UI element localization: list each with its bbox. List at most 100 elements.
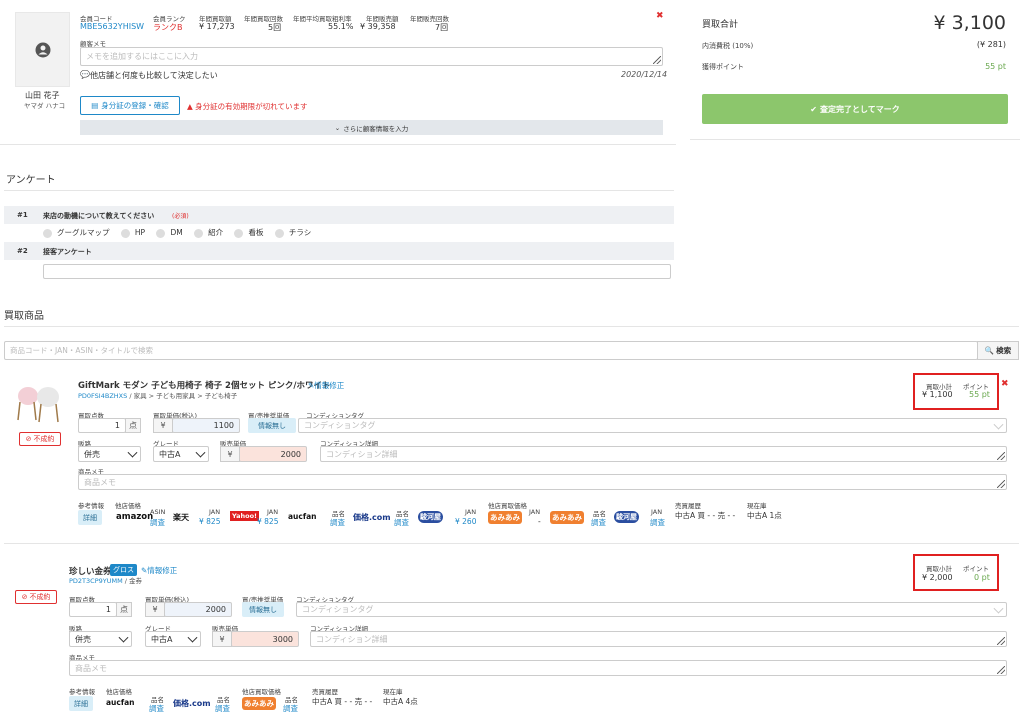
channel-select[interactable]: 併売 [69,631,132,647]
customer-kana: ヤマダ ハナコ [24,102,66,110]
sell-price-input[interactable]: 2000 [239,446,307,462]
ref-value-link[interactable]: 調査 [394,517,409,528]
resize-handle[interactable] [997,637,1005,645]
unit-price-input[interactable]: 2000 [164,602,232,617]
survey-options: グーグルマップ HP DM 紹介 看板 チラシ [43,227,311,238]
search-button[interactable]: 🔍 検索 [977,341,1019,360]
qty-input[interactable]: 1 [78,418,126,433]
complete-button[interactable]: ✔ 査定完了としてマーク [702,94,1008,124]
ref-value-link[interactable]: 調査 [330,517,345,528]
subtotal-value: ¥ 2,000 [922,573,953,582]
ref-sub: JAN [465,508,477,516]
edit-info-link[interactable]: ✎情報修正 [141,565,177,576]
product-code[interactable]: PD0FSI4BZHXS [78,392,127,400]
radio-option[interactable]: 看板 [234,228,263,238]
cond-detail-input[interactable]: コンディション詳細 [310,631,1007,647]
ref-sub: JAN [529,508,541,516]
ref-value-link[interactable]: 調査 [149,703,164,714]
other-store-label: 他店価格 [106,688,132,696]
edit-info-label: 情報修正 [147,566,178,575]
product-card-1: ⊘ 不成約 GiftMark モダン 子ども用椅子 椅子 2個セット ピンク/ホワ… [0,368,1024,538]
member-code[interactable]: MBE5632YHISW [80,22,144,31]
warning-icon: ▲ [187,102,193,111]
customer-card: 山田 花子 ヤマダ ハナコ 会員コード MBE5632YHISW 会員ランク ラ… [0,0,676,145]
yen-addon: ¥ [220,446,240,462]
cond-tag-select[interactable]: コンディションタグ [298,418,1007,433]
chevron-down-icon: ⌄ [334,123,341,132]
radio-option[interactable]: DM [156,228,183,238]
more-info-button[interactable]: ⌄ さらに顧客情報を入力 [80,120,663,135]
ref-sub: JAN [267,508,279,516]
resize-handle[interactable] [653,56,661,64]
cond-detail-input[interactable]: コンディション詳細 [320,446,1007,462]
cond-tag-select[interactable]: コンディションタグ [296,602,1007,617]
ref-info-label: 参考情報 [78,502,104,510]
ref-value-link[interactable]: ¥ 825 [199,517,220,526]
resize-handle[interactable] [997,666,1005,674]
resize-handle[interactable] [997,452,1005,460]
radio-icon [274,228,284,238]
more-info-label: さらに顧客情報を入力 [343,124,409,133]
product-card-2: ⊘ 不成約 珍しい金券 グロス ✎情報修正 PD2T3CP9YUMM / 金券 買… [0,550,1024,724]
aucfan-logo: aucfan [288,512,317,521]
radio-option[interactable]: 紹介 [194,228,223,238]
sell-price-input[interactable]: 3000 [231,631,299,647]
summary-panel: 買取合計 ¥ 3,100 内消費税 (10%) (¥ 281) 獲得ポイント 5… [690,0,1020,140]
product-image [17,387,59,423]
amiami-logo: あみあみ [242,697,276,710]
our-store-buy-label: 他店買取価格 [242,688,281,696]
radio-option[interactable]: グーグルマップ [43,228,110,238]
product-memo-input[interactable]: 商品メモ [69,660,1007,676]
grade-select[interactable]: 中古A [145,631,201,647]
id-register-button[interactable]: ▤ 身分証の登録・確認 [80,96,180,115]
search-icon: 🔍 [984,346,995,355]
q2-text: 接客アンケート [43,248,92,256]
aucfan-logo: aucfan [106,698,135,707]
stat-value: ¥ 39,358 [360,22,396,31]
ref-value-link[interactable]: 調査 [283,703,298,714]
unit-price-input[interactable]: 1100 [172,418,240,433]
ref-value-link[interactable]: ¥ 825 [257,517,278,526]
amiami-logo: あみあみ [550,511,584,524]
check-icon: ✔ [810,104,817,114]
q1-number: #1 [17,211,28,219]
radio-option[interactable]: チラシ [274,228,311,238]
amazon-logo: amazon [116,512,154,522]
survey-q2-input[interactable] [43,264,671,279]
yen-addon: ¥ [153,418,173,433]
product-memo-input[interactable]: 商品メモ [78,474,1007,490]
qty-unit: 点 [125,418,141,433]
stock-label: 現在庫 [383,688,403,696]
radio-option[interactable]: HP [120,228,145,238]
close-icon[interactable]: ✖ [656,11,664,21]
ref-value-link[interactable]: 調査 [650,517,665,528]
total-value: ¥ 3,100 [933,12,1006,34]
our-store-buy-label: 他店買取価格 [488,502,527,510]
memo-input[interactable]: メモを追加するにはここに入力 [80,47,663,66]
buy-sell-price-badge: 情報無し [242,602,284,617]
surugaya-logo: 駿河屋 [614,511,639,523]
detail-button[interactable]: 詳細 [78,510,102,525]
ref-value-link[interactable]: 調査 [591,517,606,528]
remove-icon[interactable]: ✖ [1001,379,1009,389]
product-search-input[interactable]: 商品コード・JAN・ASIN・タイトルで検索 [4,341,978,360]
ref-sub: JAN [651,508,663,516]
detail-button[interactable]: 詳細 [69,696,93,711]
point-value: 0 pt [974,573,990,582]
not-done-badge[interactable]: ⊘ 不成約 [19,432,61,446]
not-done-badge[interactable]: ⊘ 不成約 [15,590,57,604]
divider [4,543,1019,544]
ref-value-link[interactable]: 調査 [215,703,230,714]
kakaku-logo: 価格.com [353,513,391,522]
channel-select[interactable]: 併売 [78,446,141,462]
product-code[interactable]: PD2T3CP9YUMM [69,577,123,585]
edit-info-link[interactable]: ✎情報修正 [308,380,344,391]
qty-input[interactable]: 1 [69,602,117,617]
products-title: 買取商品 [4,311,44,322]
ref-value-link[interactable]: 調査 [150,517,165,528]
divider [4,190,674,191]
ref-value-link[interactable]: ¥ 260 [455,517,476,526]
rank-value: ランクB [153,23,183,32]
grade-select[interactable]: 中古A [153,446,209,462]
resize-handle[interactable] [997,480,1005,488]
